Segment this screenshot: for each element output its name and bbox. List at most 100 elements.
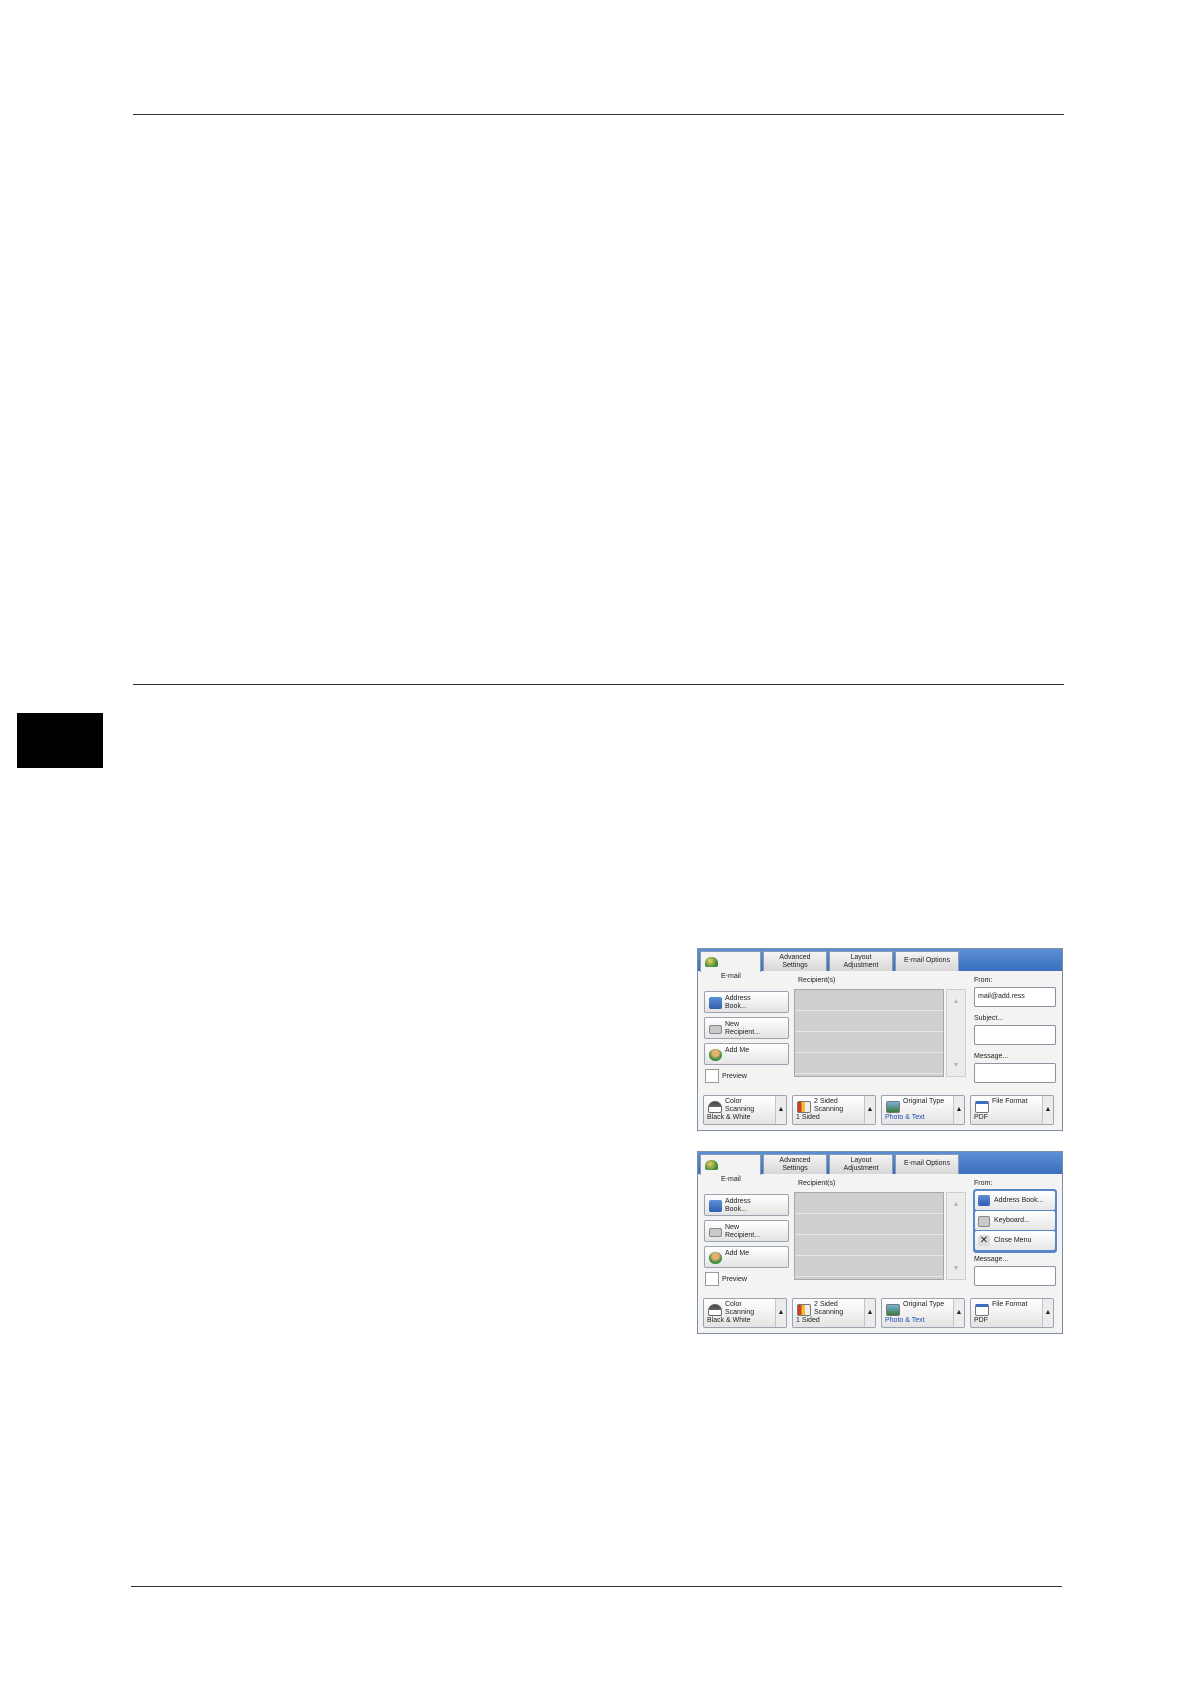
menu-item-label: Keyboard...: [994, 1217, 1030, 1224]
button-label: Address Book...: [725, 995, 751, 1011]
feature-value: Photo & Text: [885, 1113, 925, 1121]
subject-label: Subject...: [974, 1015, 1004, 1022]
section-rule: [133, 684, 1064, 685]
color-scanning-icon: [708, 1304, 722, 1316]
recipients-label: Recipient(s): [798, 1180, 836, 1187]
footer-rule: [131, 1586, 1062, 1587]
original-type-button[interactable]: Original Type Photo & Text ▲: [881, 1095, 965, 1125]
from-field[interactable]: mail@add.ress: [974, 987, 1056, 1007]
keyboard-icon: [709, 1228, 722, 1237]
preview-label: Preview: [722, 1276, 747, 1283]
subject-field[interactable]: [974, 1025, 1056, 1045]
expand-arrow-icon[interactable]: ▲: [1042, 1096, 1053, 1124]
list-item[interactable]: [795, 1032, 943, 1053]
header-rule: [133, 114, 1064, 115]
message-field[interactable]: [974, 1063, 1056, 1083]
tab-email-options[interactable]: E-mail Options: [895, 951, 959, 971]
from-label: From:: [974, 1180, 993, 1187]
new-recipient-button[interactable]: New Recipient...: [704, 1017, 789, 1039]
tab-layout-adjustment[interactable]: Layout Adjustment: [829, 1154, 893, 1174]
tab-email[interactable]: E-mail: [700, 1154, 761, 1183]
expand-arrow-icon[interactable]: ▲: [953, 1096, 964, 1124]
list-item[interactable]: [795, 1011, 943, 1032]
expand-arrow-icon[interactable]: ▲: [953, 1299, 964, 1327]
tab-label: E-mail: [721, 973, 741, 981]
address-book-icon: [709, 1200, 722, 1212]
scroll-down-icon[interactable]: ▼: [947, 1062, 965, 1070]
feature-title: 2 Sided Scanning: [814, 1301, 844, 1317]
scroll-up-icon[interactable]: ▲: [947, 998, 965, 1006]
address-book-button[interactable]: Address Book...: [704, 991, 789, 1013]
recipients-label: Recipient(s): [798, 977, 836, 984]
tab-email-options[interactable]: E-mail Options: [895, 1154, 959, 1174]
new-recipient-button[interactable]: New Recipient...: [704, 1220, 789, 1242]
email-screen-2: E-mail Advanced Settings Layout Adjustme…: [697, 1151, 1063, 1334]
feature-value: Black & White: [707, 1113, 751, 1121]
button-label: Add Me: [725, 1047, 750, 1054]
list-item[interactable]: [795, 1193, 943, 1214]
message-label: Message...: [974, 1256, 1009, 1263]
file-format-icon: [975, 1101, 989, 1113]
list-item[interactable]: [795, 990, 943, 1011]
color-scanning-button[interactable]: Color Scanning Black & White ▲: [703, 1298, 787, 1328]
feature-title: Color Scanning: [725, 1098, 755, 1114]
feature-value: 1 Sided: [796, 1113, 820, 1121]
address-book-button[interactable]: Address Book...: [704, 1194, 789, 1216]
feature-title: 2 Sided Scanning: [814, 1098, 844, 1114]
from-popup-menu: Address Book... Keyboard... ✕ Close Menu: [973, 1189, 1057, 1253]
original-type-button[interactable]: Original Type Photo & Text ▲: [881, 1298, 965, 1328]
two-sided-scanning-button[interactable]: 2 Sided Scanning 1 Sided ▲: [792, 1095, 876, 1125]
preview-checkbox[interactable]: [705, 1069, 719, 1083]
recipient-scrollbar[interactable]: ▲ ▼: [946, 1192, 966, 1280]
list-item[interactable]: [795, 1256, 943, 1277]
feature-value: Black & White: [707, 1316, 751, 1324]
message-label: Message...: [974, 1053, 1009, 1060]
recipient-list[interactable]: [794, 989, 944, 1077]
list-item[interactable]: [795, 1235, 943, 1256]
feature-value: 1 Sided: [796, 1316, 820, 1324]
email-screen-1: E-mail Advanced Settings Layout Adjustme…: [697, 948, 1063, 1131]
close-icon: ✕: [978, 1235, 990, 1246]
expand-arrow-icon[interactable]: ▲: [1042, 1299, 1053, 1327]
two-sided-icon: [797, 1101, 811, 1113]
menu-item-label: Address Book...: [994, 1197, 1044, 1204]
expand-arrow-icon[interactable]: ▲: [864, 1096, 875, 1124]
file-format-button[interactable]: File Format PDF ▲: [970, 1095, 1054, 1125]
menu-item-keyboard[interactable]: Keyboard...: [975, 1211, 1055, 1230]
expand-arrow-icon[interactable]: ▲: [775, 1096, 786, 1124]
email-icon: [705, 1160, 718, 1170]
recipient-scrollbar[interactable]: ▲ ▼: [946, 989, 966, 1077]
expand-arrow-icon[interactable]: ▲: [864, 1299, 875, 1327]
expand-arrow-icon[interactable]: ▲: [775, 1299, 786, 1327]
color-scanning-button[interactable]: Color Scanning Black & White ▲: [703, 1095, 787, 1125]
list-item[interactable]: [795, 1053, 943, 1074]
preview-checkbox[interactable]: [705, 1272, 719, 1286]
feature-title: Color Scanning: [725, 1301, 755, 1317]
scroll-up-icon[interactable]: ▲: [947, 1201, 965, 1209]
person-icon: [709, 1049, 722, 1061]
menu-item-address-book[interactable]: Address Book...: [975, 1191, 1055, 1210]
list-item[interactable]: [795, 1214, 943, 1235]
email-icon: [705, 957, 718, 967]
message-field[interactable]: [974, 1266, 1056, 1286]
tab-advanced-settings[interactable]: Advanced Settings: [763, 1154, 827, 1174]
feature-title: File Format: [992, 1098, 1028, 1105]
feature-title: Original Type: [903, 1098, 945, 1105]
tab-advanced-settings[interactable]: Advanced Settings: [763, 951, 827, 971]
add-me-button[interactable]: Add Me: [704, 1043, 789, 1065]
recipient-list[interactable]: [794, 1192, 944, 1280]
chapter-tab: [17, 713, 103, 768]
button-label: New Recipient...: [725, 1021, 761, 1037]
menu-item-close-menu[interactable]: ✕ Close Menu: [975, 1231, 1055, 1250]
file-format-button[interactable]: File Format PDF ▲: [970, 1298, 1054, 1328]
scroll-down-icon[interactable]: ▼: [947, 1265, 965, 1273]
original-type-icon: [886, 1101, 900, 1113]
add-me-button[interactable]: Add Me: [704, 1246, 789, 1268]
tab-layout-adjustment[interactable]: Layout Adjustment: [829, 951, 893, 971]
keyboard-icon: [709, 1025, 722, 1034]
from-label: From:: [974, 977, 993, 984]
address-book-icon: [978, 1195, 990, 1206]
two-sided-scanning-button[interactable]: 2 Sided Scanning 1 Sided ▲: [792, 1298, 876, 1328]
tab-email[interactable]: E-mail: [700, 951, 761, 980]
feature-value: PDF: [974, 1316, 988, 1324]
